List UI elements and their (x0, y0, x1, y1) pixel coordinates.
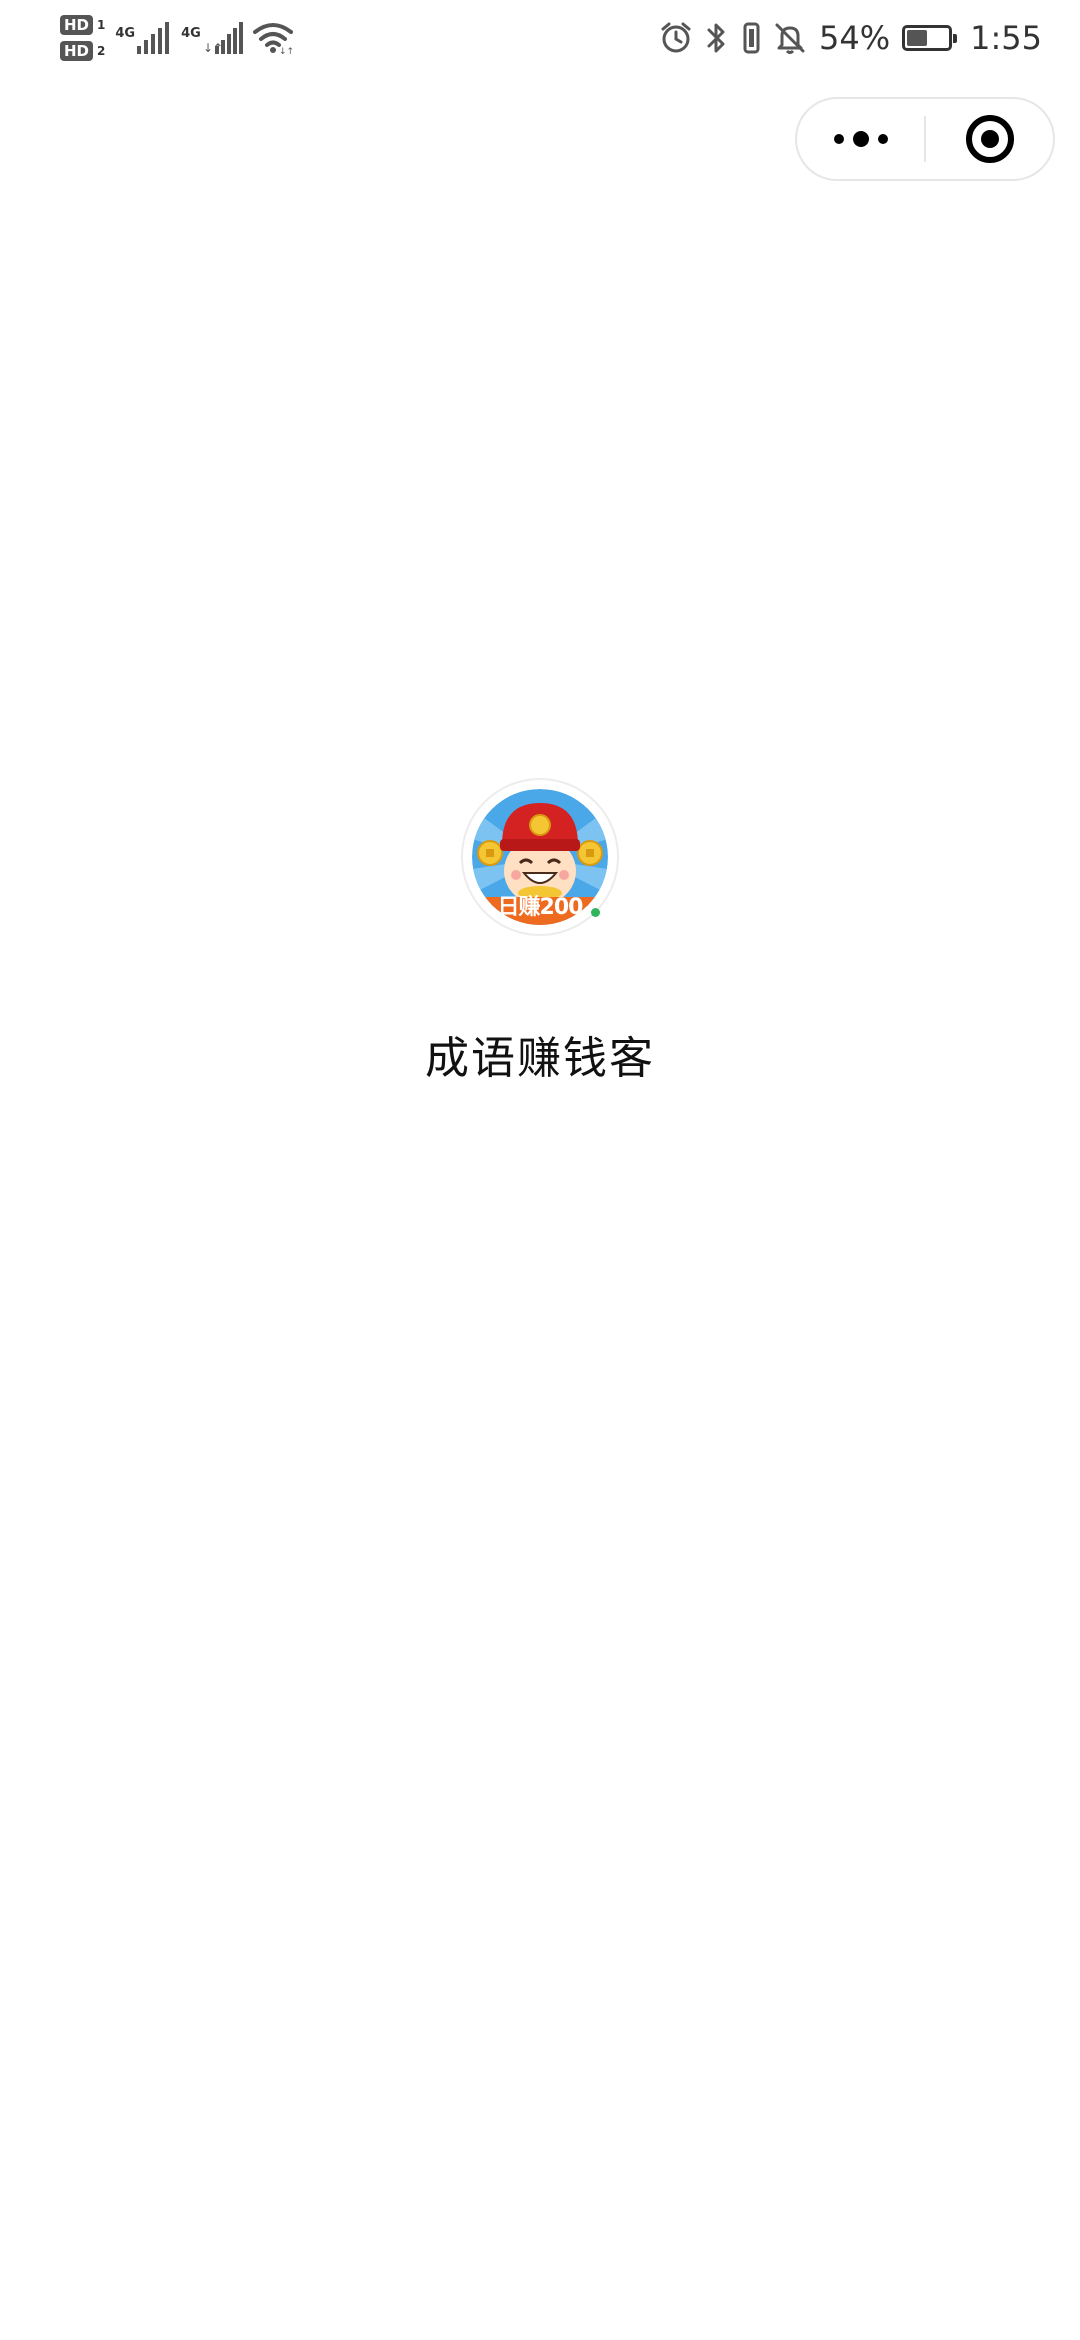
status-bar-right: 54% 1:55 (659, 8, 1042, 68)
status-bar-left: HD 1 HD 2 4G 4G ↓↑ ↓↑ (60, 8, 293, 68)
vibrate-icon (743, 22, 760, 54)
more-dots-icon (833, 131, 888, 147)
close-button[interactable] (926, 99, 1053, 179)
hd-badge-1: HD (60, 15, 94, 35)
sim-index-2: 2 (97, 44, 106, 58)
svg-text:↓↑: ↓↑ (279, 47, 293, 54)
app-name: 成语赚钱客 (425, 1033, 655, 1084)
alarm-icon (661, 22, 691, 53)
app-logo: 日赚200 (472, 789, 608, 925)
hd-badge-2: HD (60, 41, 94, 61)
mute-bell-icon (775, 23, 805, 54)
online-status-dot (591, 908, 600, 917)
hd-indicators: HD 1 HD 2 (60, 15, 105, 61)
battery-fill (907, 30, 927, 46)
bluetooth-icon (707, 23, 725, 53)
wifi-icon: ↓↑ (252, 23, 293, 54)
network-type-1: 4G (115, 26, 136, 41)
network-2: 4G ↓↑ (181, 22, 243, 54)
mini-program-loading-screen: HD 1 HD 2 4G 4G ↓↑ ↓↑ 54% 1:55 日赚200 成语赚… (0, 0, 1080, 2340)
mini-program-capsule (795, 97, 1055, 181)
network-type-2: 4G (181, 26, 201, 41)
target-close-icon (965, 115, 1014, 163)
target-inner (980, 130, 999, 148)
hd-row-1: HD 1 (60, 15, 105, 35)
status-bar: HD 1 HD 2 4G 4G ↓↑ ↓↑ 54% 1:55 (0, 0, 1080, 76)
clock: 1:55 (970, 19, 1042, 57)
signal-icon (137, 22, 170, 54)
dot (877, 134, 888, 144)
more-button[interactable] (797, 99, 924, 179)
signal-icon: ↓↑ (203, 22, 243, 54)
sim-index-1: 1 (97, 18, 106, 32)
battery-icon (902, 25, 958, 51)
hd-row-2: HD 2 (60, 41, 105, 61)
dot (852, 131, 869, 147)
dot (833, 134, 844, 144)
network-1: 4G (115, 22, 171, 54)
svg-text:↓↑: ↓↑ (203, 41, 223, 54)
logo-banner-text: 日赚200 (497, 895, 584, 920)
battery-percent: 54% (819, 19, 891, 57)
